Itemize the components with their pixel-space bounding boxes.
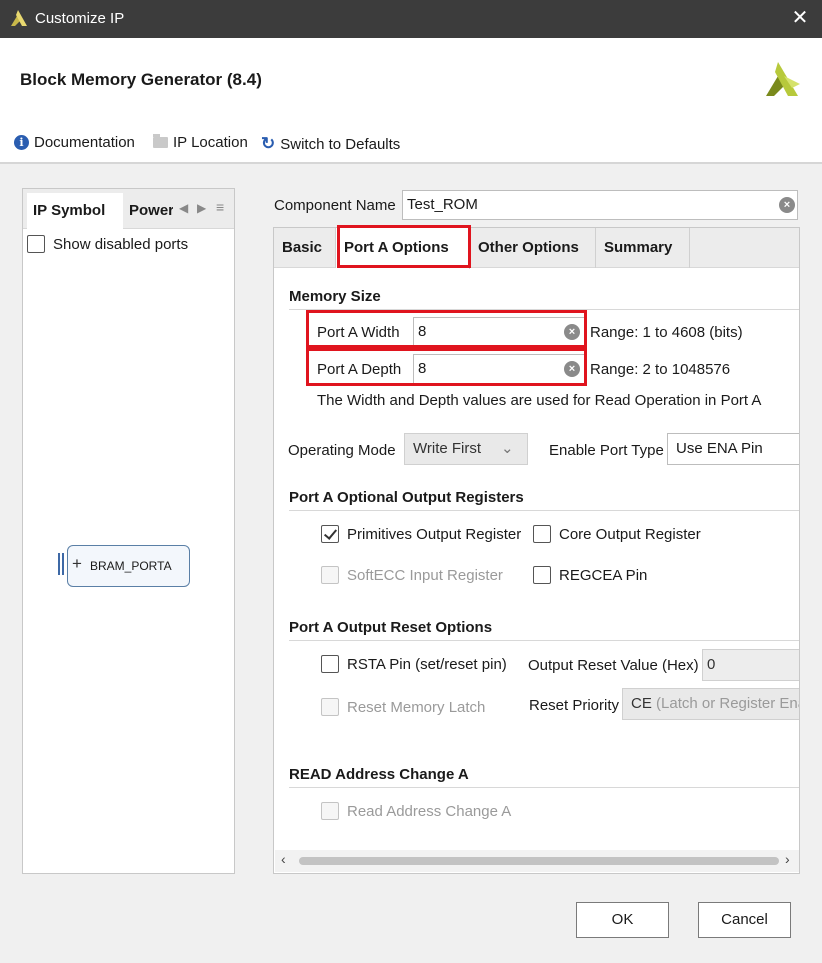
documentation-label: Documentation bbox=[34, 134, 135, 151]
port-a-depth-range: Range: 2 to 1048576 bbox=[590, 361, 731, 378]
read-address-change-row: Read Address Change A bbox=[321, 802, 511, 820]
documentation-link[interactable]: i Documentation bbox=[14, 134, 135, 151]
reset-options-heading: Port A Output Reset Options bbox=[289, 619, 493, 636]
scrollbar-thumb[interactable] bbox=[299, 857, 779, 865]
regcea-pin-checkbox[interactable] bbox=[533, 566, 551, 584]
port-a-width-range: Range: 1 to 4608 (bits) bbox=[590, 324, 743, 341]
core-output-register-row[interactable]: Core Output Register bbox=[533, 525, 701, 543]
primitives-output-register-row[interactable]: Primitives Output Register bbox=[321, 525, 521, 543]
softecc-input-register-label: SoftECC Input Register bbox=[347, 566, 503, 584]
width-highlight-box bbox=[306, 310, 587, 348]
show-disabled-ports-row[interactable]: Show disabled ports bbox=[27, 235, 188, 253]
component-name-input[interactable]: Test_ROM × bbox=[402, 190, 798, 220]
options-panel: Basic Port A Options Other Options Summa… bbox=[273, 225, 800, 874]
operating-mode-select[interactable]: Write First ⌄ bbox=[404, 433, 528, 465]
operating-mode-value: Write First bbox=[413, 440, 482, 457]
tab-next-icon[interactable]: ▶ bbox=[197, 201, 206, 215]
tab-basic[interactable]: Basic bbox=[274, 228, 336, 268]
tab-power[interactable]: Power bbox=[129, 193, 173, 229]
tab-summary[interactable]: Summary bbox=[596, 228, 690, 268]
memory-size-heading: Memory Size bbox=[289, 288, 381, 305]
reset-priority-hint: (Latch or Register Ena bbox=[656, 695, 799, 712]
softecc-input-register-checkbox bbox=[321, 566, 339, 584]
ip-location-link[interactable]: IP Location bbox=[153, 134, 248, 151]
section-divider bbox=[289, 640, 799, 641]
read-address-change-checkbox bbox=[321, 802, 339, 820]
show-disabled-ports-checkbox[interactable] bbox=[27, 235, 45, 253]
component-name-label: Component Name bbox=[274, 197, 396, 214]
read-address-heading: READ Address Change A bbox=[289, 766, 469, 783]
rsta-pin-label: RSTA Pin (set/reset pin) bbox=[347, 655, 507, 673]
scroll-left-icon[interactable]: ‹ bbox=[281, 851, 286, 867]
dialog-header: Block Memory Generator (8.4) bbox=[0, 38, 822, 120]
softecc-input-register-row: SoftECC Input Register bbox=[321, 566, 503, 584]
component-name-value: Test_ROM bbox=[407, 196, 478, 213]
reset-memory-latch-checkbox bbox=[321, 698, 339, 716]
core-output-register-checkbox[interactable] bbox=[533, 525, 551, 543]
switch-defaults-link[interactable]: ↻ Switch to Defaults bbox=[261, 134, 400, 154]
output-reset-value: 0 bbox=[707, 656, 716, 673]
expand-plus-icon[interactable]: + bbox=[72, 554, 82, 574]
enable-port-type-value: Use ENA Pin bbox=[676, 440, 763, 457]
output-registers-heading: Port A Optional Output Registers bbox=[289, 489, 524, 506]
regcea-pin-row[interactable]: REGCEA Pin bbox=[533, 566, 647, 584]
tab-highlight-box bbox=[337, 225, 471, 268]
reset-priority-select[interactable]: CE (Latch or Register Ena bbox=[622, 688, 799, 720]
tab-ip-symbol[interactable]: IP Symbol bbox=[27, 193, 123, 229]
primitives-output-register-checkbox[interactable] bbox=[321, 525, 339, 543]
bram-porta-label: BRAM_PORTA bbox=[90, 559, 172, 573]
horizontal-scrollbar[interactable]: ‹ › bbox=[275, 850, 799, 872]
reset-priority-value: CE bbox=[631, 695, 652, 712]
title-bar: Customize IP ✕ bbox=[0, 0, 822, 38]
regcea-pin-label: REGCEA Pin bbox=[559, 566, 648, 584]
core-output-register-label: Core Output Register bbox=[559, 525, 701, 543]
read-address-change-label: Read Address Change A bbox=[347, 802, 512, 820]
output-reset-value-input[interactable]: 0 bbox=[702, 649, 799, 681]
output-reset-value-label: Output Reset Value (Hex) bbox=[528, 657, 699, 674]
rsta-pin-checkbox[interactable] bbox=[321, 655, 339, 673]
close-icon[interactable]: ✕ bbox=[788, 6, 812, 30]
switch-defaults-label: Switch to Defaults bbox=[280, 135, 401, 153]
page-title: Block Memory Generator (8.4) bbox=[20, 70, 262, 89]
clear-icon[interactable]: × bbox=[779, 197, 795, 213]
bram-porta-symbol[interactable]: + BRAM_PORTA bbox=[67, 545, 190, 587]
tab-prev-icon[interactable]: ◀ bbox=[179, 201, 188, 215]
enable-port-type-select[interactable]: Use ENA Pin bbox=[667, 433, 799, 465]
cancel-button[interactable]: Cancel bbox=[698, 902, 791, 938]
primitives-output-register-label: Primitives Output Register bbox=[347, 525, 522, 543]
reset-memory-latch-row: Reset Memory Latch bbox=[321, 698, 485, 716]
window-title: Customize IP bbox=[35, 10, 125, 27]
ok-button[interactable]: OK bbox=[576, 902, 669, 938]
refresh-icon: ↻ bbox=[261, 134, 276, 153]
chevron-down-icon: ⌄ bbox=[501, 440, 514, 457]
tab-menu-icon[interactable]: ≡ bbox=[216, 199, 224, 215]
tab-other-options[interactable]: Other Options bbox=[470, 228, 596, 268]
ip-symbol-panel: IP Symbol Power ◀ ▶ ≡ Show disabled port… bbox=[22, 188, 235, 874]
scroll-right-icon[interactable]: › bbox=[785, 851, 790, 867]
reset-memory-latch-label: Reset Memory Latch bbox=[347, 698, 486, 716]
rsta-pin-row[interactable]: RSTA Pin (set/reset pin) bbox=[321, 655, 507, 673]
folder-icon bbox=[153, 134, 168, 148]
depth-highlight-box bbox=[306, 348, 587, 386]
port-bus-icon bbox=[58, 553, 64, 575]
toolbar: i Documentation IP Location ↻ Switch to … bbox=[0, 120, 822, 164]
memory-size-note: The Width and Depth values are used for … bbox=[317, 392, 762, 409]
app-logo-icon bbox=[11, 10, 27, 26]
reset-priority-label: Reset Priority bbox=[529, 697, 620, 714]
section-divider bbox=[289, 510, 799, 511]
operating-mode-label: Operating Mode bbox=[288, 442, 396, 459]
left-tab-bar: IP Symbol Power ◀ ▶ ≡ bbox=[23, 189, 234, 229]
vendor-logo-icon bbox=[766, 62, 800, 96]
section-divider bbox=[289, 787, 799, 788]
enable-port-type-label: Enable Port Type bbox=[549, 442, 664, 459]
show-disabled-ports-label: Show disabled ports bbox=[53, 235, 189, 253]
ip-location-label: IP Location bbox=[173, 134, 248, 151]
info-icon: i bbox=[14, 135, 29, 150]
